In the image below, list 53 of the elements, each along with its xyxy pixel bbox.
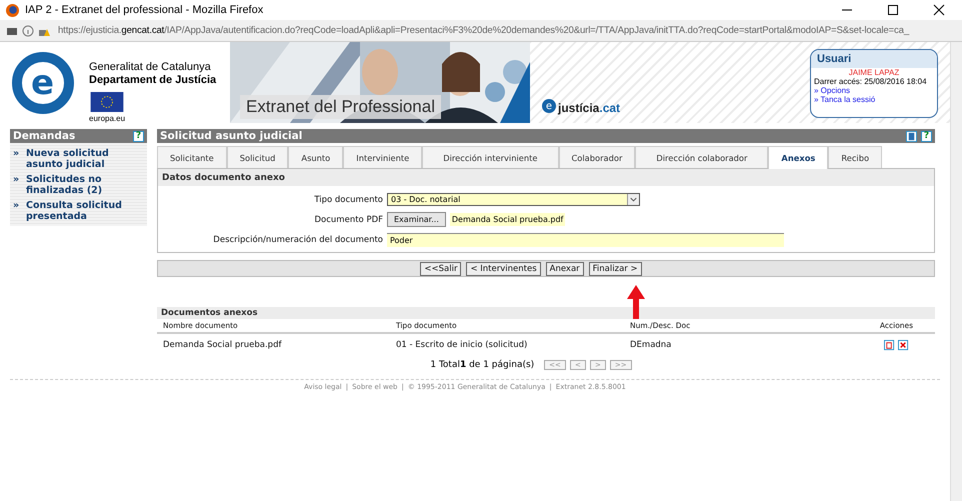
caret-icon[interactable] xyxy=(627,194,639,205)
scrollbar[interactable] xyxy=(950,42,962,501)
pagination-summary: 1 Total1 de 1 página(s) xyxy=(430,360,534,370)
help-button[interactable]: ? xyxy=(921,130,932,142)
tab[interactable]: Anexos xyxy=(768,146,828,169)
table-title: Documentos anexos xyxy=(157,307,935,319)
window-title: IAP 2 - Extranet del professional - Mozilla Firefox xyxy=(25,4,264,16)
logo: e xyxy=(12,52,74,114)
help-button[interactable]: ? xyxy=(133,130,144,142)
tab[interactable]: Solicitud xyxy=(226,146,288,168)
panel-title: Usuari xyxy=(811,50,937,68)
tab[interactable]: Dirección colaborador xyxy=(635,146,768,168)
browse-button[interactable]: Examinar... xyxy=(387,212,446,227)
tab[interactable]: Interviniente xyxy=(343,146,422,168)
tab[interactable]: Dirección interviniente xyxy=(422,146,558,168)
section-title: Solicitud asunto judicial xyxy=(160,130,302,142)
action-button[interactable]: < Intervinentes xyxy=(466,262,541,276)
input-field[interactable]: Poder xyxy=(387,233,784,247)
sidebar-link[interactable]: » Nueva solicitud asunto judicial xyxy=(13,148,144,170)
brand-name: justícia.cat xyxy=(558,101,620,115)
tab[interactable]: Solicitante xyxy=(157,146,227,168)
form-section-title: Datos documento anexo xyxy=(158,169,934,186)
select-field[interactable]: 03 - Doc. notarial xyxy=(387,193,640,206)
browser-logo-icon xyxy=(6,4,19,16)
tab[interactable]: Asunto xyxy=(288,146,344,168)
table-cell-text: Demanda Social prueba.pdf xyxy=(163,340,283,350)
table-cell-text: DEmadna xyxy=(630,340,672,350)
banner-title: Extranet del Professional xyxy=(240,95,441,119)
government-name: Generalitat de Catalunya xyxy=(89,62,212,73)
action-button[interactable]: <<Salir xyxy=(420,262,462,276)
field-label: Descripción/numeración del documento xyxy=(212,235,383,245)
file-name: Demanda Social prueba.pdf xyxy=(450,213,566,226)
eu-label: europa.eu xyxy=(89,114,126,123)
arrow-icon xyxy=(627,285,645,319)
brand-logo: e xyxy=(542,99,556,113)
last-access: Darrer accés: 25/08/2016 18:04 xyxy=(813,77,928,86)
flag-icon xyxy=(89,92,125,112)
user-link[interactable]: » Tanca la sessió xyxy=(811,95,937,104)
action-button[interactable]: Anexar xyxy=(546,262,584,276)
sidebar-title: Demandas xyxy=(13,130,76,142)
action-button[interactable]: Finalizar > xyxy=(588,262,642,276)
delete-icon[interactable] xyxy=(898,340,909,350)
department-name: Departament de Justícia xyxy=(89,75,218,86)
user-name: JAIME LAPAZ xyxy=(848,68,900,77)
field-label: Tipo documento xyxy=(313,194,383,204)
tab[interactable]: Colaborador xyxy=(558,146,636,168)
user-link[interactable]: » Opcions xyxy=(811,86,937,95)
table-cell-text: 01 - Escrito de inicio (solicitud) xyxy=(396,340,528,350)
tab[interactable]: Recibo xyxy=(828,146,882,168)
sidebar-link[interactable]: » Consulta solicitud presentada xyxy=(13,200,144,222)
field-label: Documento PDF xyxy=(314,214,383,224)
sidebar-link[interactable]: » Solicitudes no finalizadas (2) xyxy=(13,174,144,196)
info-icon[interactable] xyxy=(22,24,34,36)
